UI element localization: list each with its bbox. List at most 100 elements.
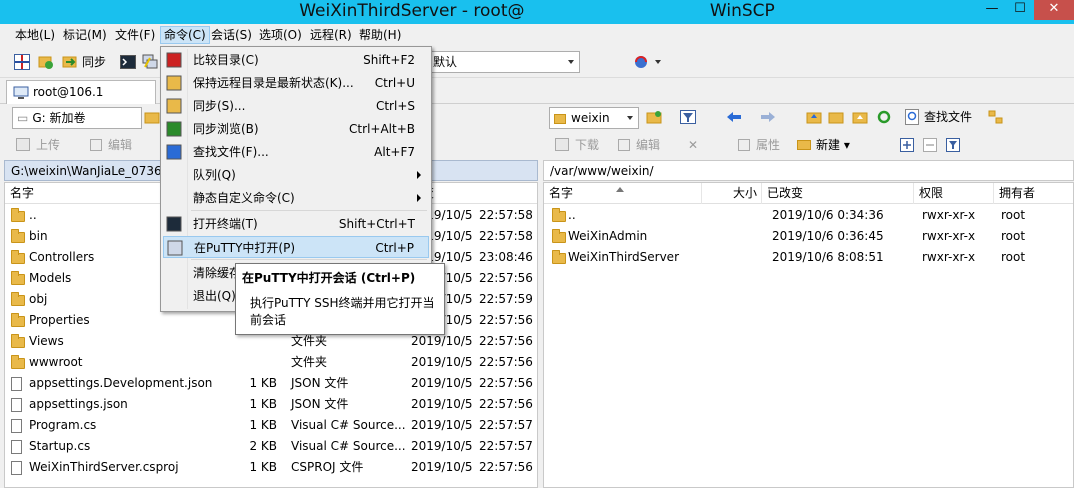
- putty-icon: [167, 240, 183, 256]
- menu-item[interactable]: 打开终端(T) Shift+Ctrl+T: [163, 213, 429, 235]
- transfer-profile-select[interactable]: 默认: [428, 51, 580, 73]
- table-row[interactable]: WeiXinAdmin 2019/10/6 0:36:45 rwxr-xr-x roo…: [544, 226, 1073, 247]
- tree-toggle-icon[interactable]: [988, 110, 1004, 126]
- close-button[interactable]: ✕: [1034, 0, 1074, 20]
- menu-item[interactable]: 静态自定义命令(C): [163, 187, 429, 209]
- keep-up-to-date-icon: [166, 75, 182, 91]
- menu-commands[interactable]: 命令(C): [160, 26, 210, 44]
- redacted-host: [524, 3, 705, 19]
- find-files-label: 查找文件: [924, 110, 973, 124]
- file-time: 22:57:57: [479, 439, 533, 453]
- menu-item-label: 清除缓存: [193, 266, 242, 280]
- file-time: 22:57:56: [479, 313, 533, 327]
- col-changed[interactable]: 已改变: [762, 183, 914, 204]
- table-row[interactable]: WeiXinThirdServer.csproj 1 KB CSPROJ 文件 201…: [5, 457, 537, 478]
- remote-dir-value: weixin: [571, 111, 610, 125]
- menu-item[interactable]: 查找文件(F)... Alt+F7: [163, 141, 429, 163]
- table-row[interactable]: appsettings.json 1 KB JSON 文件 2019/10/5 22:5…: [5, 394, 537, 415]
- file-size: 1 KB: [249, 376, 277, 390]
- file-type: Visual C# Source...: [291, 418, 406, 432]
- file-rights: rwxr-xr-x: [922, 250, 976, 264]
- menu-mark[interactable]: 标记(M): [60, 26, 110, 44]
- minimize-button[interactable]: —: [980, 0, 1004, 20]
- keep-up-to-date-icon[interactable]: [38, 54, 54, 70]
- table-row[interactable]: Startup.cs 2 KB Visual C# Source... 2019/10…: [5, 436, 537, 457]
- home-dir-icon[interactable]: [852, 110, 868, 126]
- collapse-icon[interactable]: [923, 138, 939, 154]
- menu-local[interactable]: 本地(L): [12, 26, 58, 44]
- window-title-suffix: WinSCP: [709, 1, 775, 21]
- putty-icon[interactable]: [142, 54, 158, 70]
- new-folder-icon: [797, 140, 811, 150]
- menu-item[interactable]: 比较目录(C) Shift+F2: [163, 49, 429, 71]
- table-row[interactable]: Program.cs 1 KB Visual C# Source... 2019/10…: [5, 415, 537, 436]
- table-row[interactable]: appsettings.Development.json 1 KB JSON 文件 2…: [5, 373, 537, 394]
- open-folder-icon[interactable]: [646, 110, 662, 126]
- menu-separator: [191, 259, 427, 260]
- local-drive-select[interactable]: ▭ G: 新加卷: [12, 107, 142, 129]
- remote-file-list[interactable]: 名字 大小 已改变 权限 拥有者 .. 2019/10/6 0:34:36 rwxr…: [543, 182, 1074, 488]
- session-tab[interactable]: root@106.1: [6, 80, 156, 104]
- menu-options[interactable]: 选项(O): [256, 26, 305, 44]
- synchronize-icon[interactable]: [62, 54, 78, 70]
- table-row[interactable]: .. 2019/10/6 0:34:36 rwxr-xr-x root: [544, 205, 1073, 226]
- filter-icon[interactable]: [680, 110, 696, 126]
- file-name: WeiXinThirdServer: [568, 250, 679, 264]
- refresh-network-icon[interactable]: [633, 54, 649, 70]
- file-name: Startup.cs: [29, 439, 91, 453]
- table-row[interactable]: WeiXinThirdServer 2019/10/6 8:08:51 rwxr-x…: [544, 247, 1073, 268]
- download-button[interactable]: 下载: [553, 134, 599, 156]
- menu-file[interactable]: 文件(F): [112, 26, 158, 44]
- folder-icon: [11, 334, 25, 348]
- file-time: 22:57:57: [479, 418, 533, 432]
- col-owner[interactable]: 拥有者: [994, 183, 1073, 204]
- menu-item[interactable]: 同步浏览(B) Ctrl+Alt+B: [163, 118, 429, 140]
- back-arrow-icon[interactable]: [726, 110, 742, 126]
- chevron-down-icon[interactable]: [655, 60, 661, 64]
- find-files-button[interactable]: 查找文件: [904, 106, 972, 128]
- refresh-icon[interactable]: [876, 110, 892, 126]
- menu-item-label: 查找文件(F)...: [193, 145, 269, 159]
- filter-small-icon[interactable]: [946, 138, 962, 154]
- file-size: 2 KB: [249, 439, 277, 453]
- table-row[interactable]: wwwroot 文件夹 2019/10/5 22:57:56: [5, 352, 537, 373]
- menu-item-shortcut: Ctrl+P: [375, 241, 414, 255]
- menu-help[interactable]: 帮助(H): [356, 26, 404, 44]
- parent-folder-icon: [11, 208, 25, 222]
- col-rights[interactable]: 权限: [914, 183, 994, 204]
- maximize-button[interactable]: ☐: [1008, 0, 1032, 20]
- local-edit-button[interactable]: 编辑: [88, 134, 132, 156]
- edit-icon: [90, 139, 102, 151]
- compare-icon[interactable]: [14, 54, 30, 70]
- forward-arrow-icon[interactable]: [760, 110, 776, 126]
- folder-icon[interactable]: [144, 110, 160, 126]
- menu-remote[interactable]: 远程(R): [307, 26, 355, 44]
- remote-edit-button[interactable]: 编辑: [616, 134, 660, 156]
- file-type: CSPROJ 文件: [291, 460, 364, 474]
- file-time: 22:57:56: [479, 376, 533, 390]
- menu-session[interactable]: 会话(S): [208, 26, 255, 44]
- menu-item[interactable]: 同步(S)... Ctrl+S: [163, 95, 429, 117]
- new-button[interactable]: 新建 ▾: [796, 134, 850, 156]
- menu-item-label: 同步(S)...: [193, 99, 246, 113]
- chevron-down-icon: [568, 60, 574, 64]
- sync-button-label[interactable]: 同步: [82, 51, 106, 73]
- parent-dir-icon[interactable]: [806, 110, 822, 126]
- col-size[interactable]: 大小: [702, 183, 762, 204]
- file-icon: [11, 377, 22, 391]
- menu-item[interactable]: 保持远程目录是最新状态(K)... Ctrl+U: [163, 72, 429, 94]
- expand-icon[interactable]: [900, 138, 916, 154]
- menu-item[interactable]: 队列(Q): [163, 164, 429, 186]
- delete-icon[interactable]: ✕: [688, 134, 698, 156]
- terminal-icon[interactable]: [120, 54, 136, 70]
- remote-path-bar[interactable]: /var/www/weixin/: [543, 160, 1074, 181]
- submenu-arrow-icon: [417, 194, 421, 202]
- root-dir-icon[interactable]: [828, 110, 844, 126]
- remote-dir-select[interactable]: weixin: [549, 107, 639, 129]
- new-label: 新建: [816, 138, 841, 152]
- menu-item[interactable]: 在PuTTY中打开(P) Ctrl+P: [163, 236, 429, 258]
- upload-button[interactable]: 上传: [14, 134, 60, 156]
- file-changed: 2019/10/6 0:34:36: [772, 208, 884, 222]
- menu-item-shortcut: Ctrl+Alt+B: [349, 122, 415, 136]
- properties-button[interactable]: 属性: [736, 134, 780, 156]
